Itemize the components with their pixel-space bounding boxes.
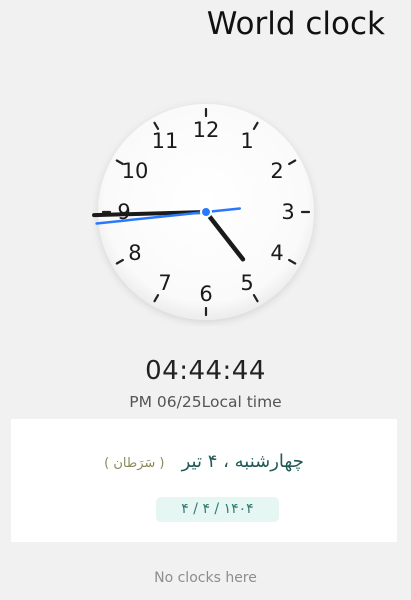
clock-numeral: 2 — [270, 159, 283, 183]
clock-numeral: 4 — [270, 241, 283, 265]
clock-numeral: 11 — [152, 129, 179, 153]
clock-face: 12 1234567891011 — [92, 104, 314, 320]
clock-numeral: 5 — [240, 271, 253, 295]
persian-date-row: چهارشنبه ، ۴ تیر ( سَرَطان ) — [11, 451, 397, 472]
clock-numeral: 1 — [240, 129, 253, 153]
clock-center-cap — [200, 206, 212, 218]
clock-numeral: 3 — [281, 200, 294, 224]
clock-numeral: 12 — [193, 118, 220, 142]
persian-weekday-date: چهارشنبه ، ۴ تیر — [181, 451, 304, 472]
analog-clock: 12 1 2 3 4 5 6 7 8 9 10 11 — [92, 98, 320, 326]
page-title: World clock — [206, 6, 385, 42]
clock-numeral: 10 — [122, 159, 149, 183]
local-time-caption: PM 06/25Local time — [129, 393, 282, 411]
empty-state-message: No clocks here — [154, 570, 257, 586]
zodiac-sign: ( سَرَطان ) — [104, 456, 165, 471]
clock-numeral: 7 — [158, 271, 171, 295]
persian-date-card: چهارشنبه ، ۴ تیر ( سَرَطان ) ۱۴۰۴ / ۴ / … — [11, 419, 397, 542]
clock-numeral: 8 — [128, 241, 141, 265]
clock-numeral: 6 — [199, 282, 212, 306]
persian-solar-date: ۱۴۰۴ / ۴ / ۴ — [156, 497, 279, 522]
local-time-digits: 04:44:44 — [145, 356, 266, 386]
